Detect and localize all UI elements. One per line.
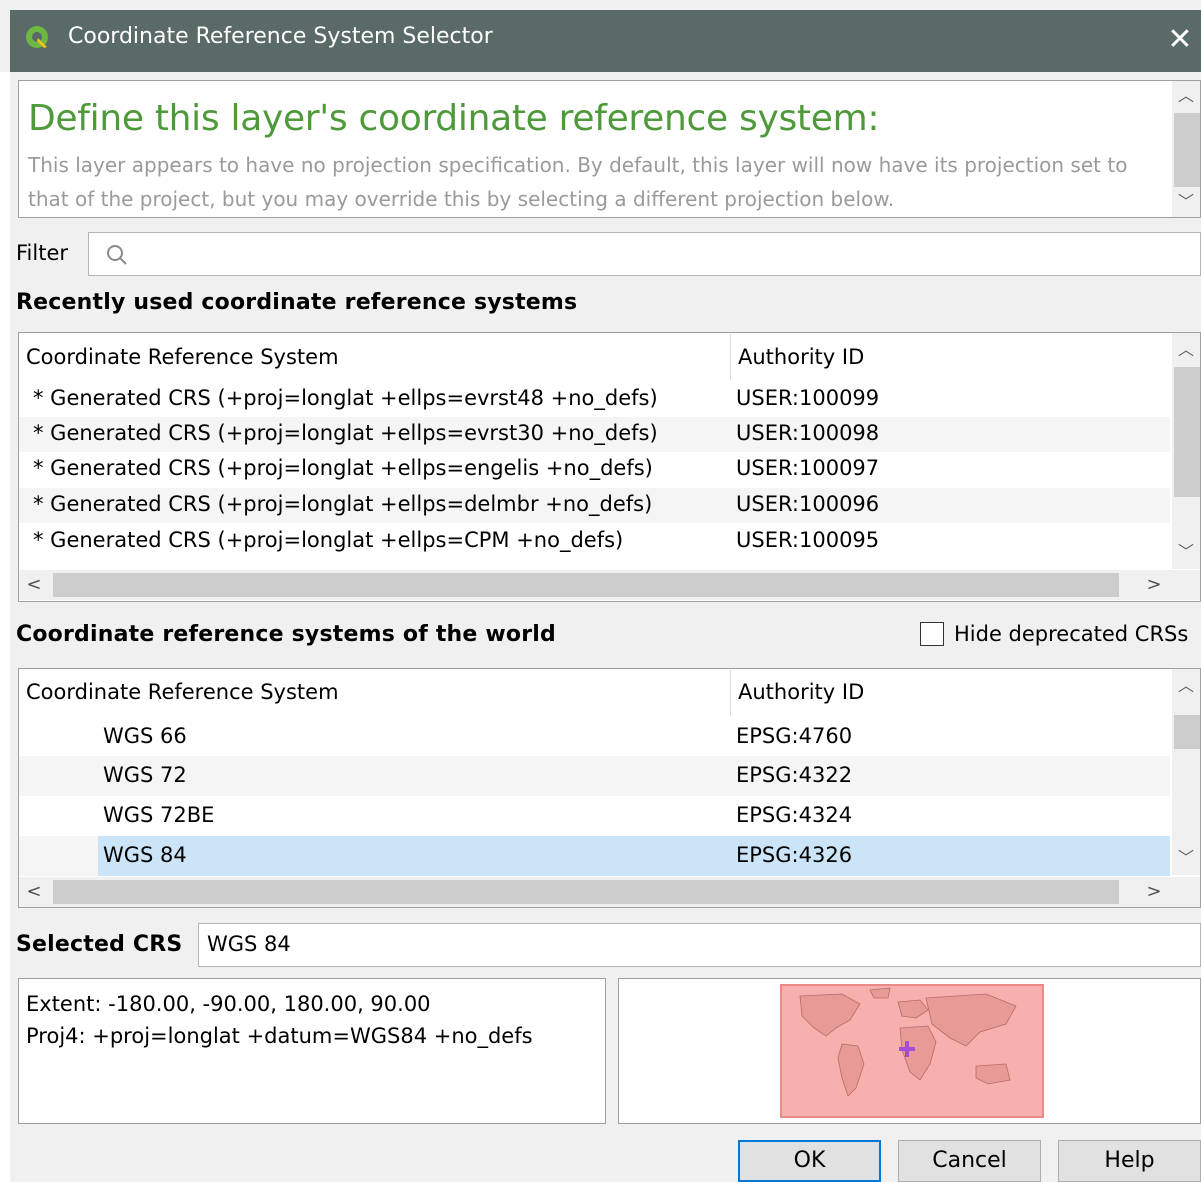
scrollbar-thumb[interactable] — [53, 573, 1119, 597]
column-header-authority-id[interactable]: Authority ID — [738, 680, 864, 704]
scrollbar-thumb[interactable] — [1174, 715, 1200, 749]
crs-name: WGS 72 — [103, 763, 187, 787]
table-row[interactable]: WGS 72 EPSG:4322 — [19, 756, 1170, 796]
scroll-right-icon[interactable]: > — [1139, 570, 1169, 600]
authority-id: USER:100099 — [736, 386, 880, 410]
table-row[interactable]: WGS 84 EPSG:4326 — [19, 836, 1170, 876]
crs-name: * Generated CRS (+proj=longlat +ellps=en… — [33, 456, 653, 480]
qgis-logo-icon — [26, 26, 48, 48]
scroll-down-icon[interactable]: ﹀ — [1172, 537, 1200, 567]
crs-name: * Generated CRS (+proj=longlat +ellps=ev… — [33, 421, 658, 445]
table-row[interactable]: WGS 72BE EPSG:4324 — [19, 796, 1170, 836]
hide-deprecated-label[interactable]: Hide deprecated CRSs — [954, 622, 1188, 646]
crs-name: * Generated CRS (+proj=longlat +ellps=de… — [33, 492, 653, 516]
cancel-button[interactable]: Cancel — [898, 1140, 1041, 1182]
message-heading: Define this layer's coordinate reference… — [28, 98, 880, 139]
filter-label: Filter — [16, 241, 69, 265]
scrollbar-thumb[interactable] — [1174, 367, 1200, 497]
table-row[interactable]: * Generated CRS (+proj=longlat +ellps=ev… — [19, 417, 1170, 452]
message-scrollbar[interactable]: ︿ ﹀ — [1172, 81, 1200, 217]
column-header-crs[interactable]: Coordinate Reference System — [26, 345, 339, 369]
close-button[interactable]: ✕ — [1160, 20, 1200, 60]
world-crs-title: Coordinate reference systems of the worl… — [16, 622, 556, 647]
crs-name: * Generated CRS (+proj=longlat +ellps=CP… — [33, 528, 624, 552]
scroll-left-icon[interactable]: < — [19, 570, 49, 600]
table-row[interactable]: * Generated CRS (+proj=longlat +ellps=de… — [19, 488, 1170, 523]
scroll-down-icon[interactable]: ﹀ — [1172, 187, 1200, 217]
scroll-right-icon[interactable]: > — [1139, 877, 1169, 907]
table-row[interactable]: WGS 66 EPSG:4760 — [19, 718, 1170, 756]
authority-id: EPSG:4326 — [736, 843, 853, 867]
ok-button[interactable]: OK — [738, 1140, 881, 1182]
window-title: Coordinate Reference System Selector — [68, 24, 493, 49]
filter-input[interactable] — [88, 232, 1201, 276]
help-button[interactable]: Help — [1058, 1140, 1201, 1182]
column-divider[interactable] — [730, 670, 731, 716]
scroll-left-icon[interactable]: < — [19, 877, 49, 907]
table-row[interactable]: * Generated CRS (+proj=longlat +ellps=ev… — [19, 382, 1170, 417]
authority-id: EPSG:4760 — [736, 724, 853, 748]
column-header-crs[interactable]: Coordinate Reference System — [26, 680, 339, 704]
crs-name: * Generated CRS (+proj=longlat +ellps=ev… — [33, 386, 658, 410]
table-row[interactable]: * Generated CRS (+proj=longlat +ellps=CP… — [19, 524, 1170, 568]
authority-id: EPSG:4324 — [736, 803, 853, 827]
selected-crs-label: Selected CRS — [16, 932, 183, 957]
selected-crs-field[interactable]: WGS 84 — [198, 923, 1201, 967]
column-header-authority-id[interactable]: Authority ID — [738, 345, 864, 369]
crs-name: WGS 84 — [103, 843, 187, 867]
scrollbar-thumb[interactable] — [53, 880, 1119, 904]
column-divider[interactable] — [730, 334, 731, 380]
crs-name: WGS 72BE — [103, 803, 215, 827]
authority-id: EPSG:4322 — [736, 763, 853, 787]
crs-extent-text: Extent: -180.00, -90.00, 180.00, 90.00 — [26, 992, 431, 1016]
selected-row-highlight — [98, 836, 1170, 876]
hide-deprecated-checkbox[interactable] — [920, 622, 944, 646]
world-horizontal-scrollbar[interactable]: < > — [19, 877, 1200, 907]
authority-id: USER:100098 — [736, 421, 880, 445]
scrollbar-thumb[interactable] — [1174, 113, 1200, 187]
scroll-up-icon[interactable]: ︿ — [1172, 671, 1200, 701]
authority-id: USER:100095 — [736, 528, 880, 552]
recent-vertical-scrollbar[interactable]: ︿ ﹀ — [1172, 333, 1200, 569]
scroll-up-icon[interactable]: ︿ — [1172, 335, 1200, 365]
world-vertical-scrollbar[interactable]: ︿ ﹀ — [1172, 669, 1200, 875]
world-map-preview — [780, 984, 1044, 1118]
message-body: This layer appears to have no projection… — [28, 153, 1128, 211]
recent-horizontal-scrollbar[interactable]: < > — [19, 570, 1200, 600]
scroll-up-icon[interactable]: ︿ — [1172, 81, 1200, 111]
authority-id: USER:100097 — [736, 456, 880, 480]
scroll-down-icon[interactable]: ﹀ — [1172, 843, 1200, 873]
table-row[interactable]: * Generated CRS (+proj=longlat +ellps=en… — [19, 452, 1170, 487]
recent-crs-title: Recently used coordinate reference syste… — [16, 290, 578, 315]
search-icon — [107, 245, 127, 265]
crs-proj4-text: Proj4: +proj=longlat +datum=WGS84 +no_de… — [26, 1024, 533, 1048]
crs-name: WGS 66 — [103, 724, 187, 748]
authority-id: USER:100096 — [736, 492, 880, 516]
